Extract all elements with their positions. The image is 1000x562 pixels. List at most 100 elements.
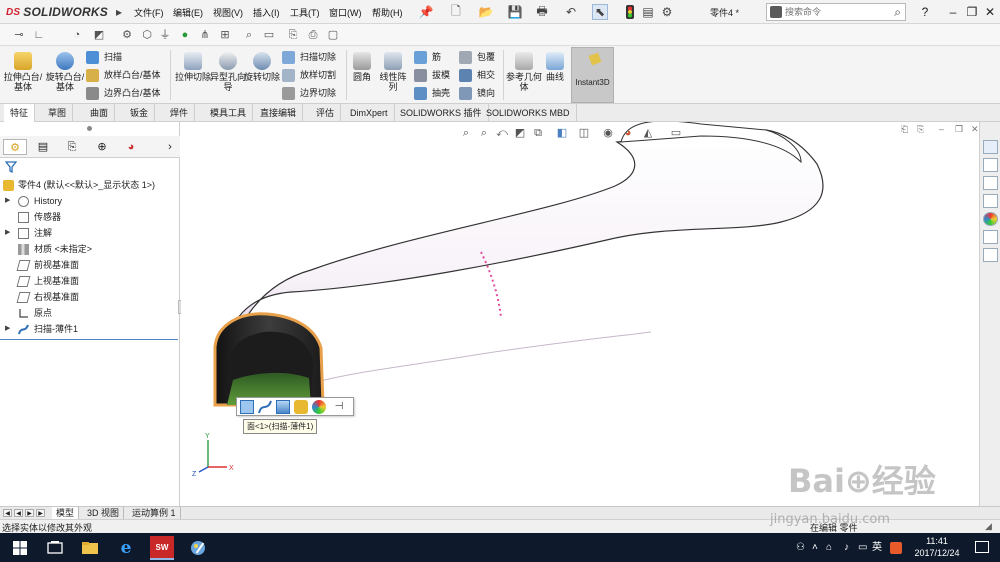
boundary-cut-button[interactable]: 边界切除	[282, 86, 336, 101]
lofted-cut-button[interactable]: 放样切割	[282, 68, 336, 83]
windows-start-icon[interactable]	[10, 538, 30, 558]
displaymanager-tab-icon[interactable]: ◕	[119, 139, 143, 155]
menu-file[interactable]: 文件(F)	[134, 6, 164, 19]
propertymanager-tab-icon[interactable]: ▤	[31, 139, 55, 155]
solidworks-logo[interactable]: DS SOLIDWORKS	[6, 3, 108, 21]
menu-tools[interactable]: 工具(T)	[290, 6, 320, 19]
loft-boss-button[interactable]: 放样凸台/基体	[86, 68, 161, 83]
section-view-icon[interactable]: ▭	[262, 28, 276, 42]
panel-grip[interactable]	[87, 126, 92, 131]
dimxpertmanager-tab-icon[interactable]: ⊕	[90, 139, 114, 155]
open-folder-icon[interactable]: 📂	[478, 4, 494, 20]
file-properties-icon[interactable]: ▤	[640, 4, 656, 20]
viewport-next-icon[interactable]: ⎘	[917, 124, 924, 135]
ime-language-indicator[interactable]: 英	[872, 542, 882, 554]
gear-feature-icon[interactable]: ⚙	[120, 28, 134, 42]
boundary-boss-button[interactable]: 边界凸台/基体	[86, 86, 161, 101]
options-gear-icon[interactable]: ⚙	[659, 4, 675, 20]
menu-window[interactable]: 窗口(W)	[329, 6, 362, 19]
tab-evaluate[interactable]: 评估	[310, 104, 342, 122]
expand-arrow-icon[interactable]: ▶	[5, 322, 10, 336]
select-pointer-icon[interactable]: ⬉	[592, 4, 608, 20]
next-tab-arrow-icon[interactable]: ▶	[25, 509, 34, 517]
cut-small-icon[interactable]: ◩	[92, 28, 106, 42]
save-icon[interactable]: 💾	[507, 4, 523, 20]
intersect-button[interactable]: 相交	[459, 68, 495, 83]
message-icon[interactable]: ▭	[858, 542, 867, 554]
pin-arrow-icon[interactable]: ▸	[111, 4, 127, 20]
sweep-button[interactable]: 扫描	[86, 50, 122, 65]
fillet-button[interactable]: 圆角	[348, 50, 376, 100]
search-scope-icon[interactable]	[770, 6, 782, 18]
edit-sketch-icon[interactable]	[276, 400, 290, 414]
tab-mold-tools[interactable]: 模具工具	[204, 104, 254, 122]
viewport-minimize-icon[interactable]: –	[939, 124, 944, 134]
graphics-area[interactable]: Y X Z ⌕ ⌕ ⤺ ◩ ⧉ ◧ ◫ ◉ ◕ ◭ ▭ ⎗ ⎘ – ❐ ✕ ⊣ …	[181, 122, 978, 506]
draft-button[interactable]: 拔模	[414, 68, 450, 83]
printer-icon[interactable]: ⎙	[306, 28, 320, 42]
extrude-boss-button[interactable]: 拉伸凸台/基体	[2, 50, 44, 100]
expand-arrow-icon[interactable]: ▶	[5, 226, 10, 240]
people-icon[interactable]: ⚇	[796, 542, 805, 554]
view-palette-icon[interactable]	[983, 194, 998, 208]
menu-insert[interactable]: 插入(I)	[253, 6, 280, 19]
dynamic-annotation-icon[interactable]: ⧉	[531, 126, 545, 140]
tree-rollback-bar[interactable]	[0, 339, 178, 340]
pin-toolbar-icon[interactable]: ⊣	[332, 400, 346, 414]
revolve-cut-button[interactable]: 旋转切除	[241, 50, 283, 100]
tab-dimxpert[interactable]: DimXpert	[344, 104, 395, 122]
menu-edit[interactable]: 编辑(E)	[173, 6, 203, 19]
sweep-small-icon[interactable]: ◔	[70, 28, 84, 42]
tab-solidworks-mbd[interactable]: SOLIDWORKS MBD	[480, 104, 577, 122]
more-tabs-arrow-icon[interactable]: ›	[158, 139, 182, 155]
rebuild-traffic-light-icon[interactable]	[622, 4, 638, 20]
smart-dimension-icon[interactable]: ⊸	[12, 28, 26, 42]
pin-menu-icon[interactable]: 📌	[418, 4, 434, 20]
solidworks-resources-icon[interactable]	[983, 140, 998, 154]
section-view-icon[interactable]: ◩	[513, 126, 527, 140]
close-button[interactable]: ✕	[982, 4, 998, 20]
export-icon[interactable]: ⎘	[286, 28, 300, 42]
appearance-icon[interactable]	[312, 400, 326, 414]
file-explorer-taskbar-icon[interactable]	[80, 538, 100, 558]
search-commands-box[interactable]: ⌕	[766, 3, 906, 21]
assembly-icon[interactable]: ⬡	[140, 28, 154, 42]
search-icon[interactable]: ⌕	[894, 5, 901, 20]
prev-tab-arrow-icon[interactable]: ◀	[14, 509, 23, 517]
tab-direct-editing[interactable]: 直接编辑	[254, 104, 304, 122]
tab-motion-study[interactable]: 运动算例 1	[128, 507, 181, 519]
restore-button[interactable]: ❐	[964, 4, 980, 20]
mirror-button[interactable]: 镜向	[459, 86, 495, 101]
file-explorer-icon[interactable]	[983, 176, 998, 190]
reference-geometry-button[interactable]: 参考几何体	[506, 50, 542, 100]
drawing-icon[interactable]: ⋔	[198, 28, 212, 42]
viewport-restore-icon[interactable]: ❐	[955, 124, 963, 135]
viewport-close-icon[interactable]: ✕	[971, 124, 978, 135]
curves-button[interactable]: 曲线	[542, 50, 568, 100]
triad-axes[interactable]: Y X Z	[192, 433, 234, 478]
forum-icon[interactable]	[983, 248, 998, 262]
cup-icon[interactable]: ⏚	[158, 28, 172, 42]
chevron-up-icon[interactable]: ˄	[812, 542, 818, 554]
location-pin-icon[interactable]: ●	[178, 28, 192, 42]
help-button[interactable]: ?	[917, 4, 933, 20]
featuremanager-tab-icon[interactable]: ⚙	[3, 139, 27, 155]
network-icon[interactable]: ⌂	[826, 542, 832, 554]
print-icon[interactable]: 🖶	[534, 4, 550, 20]
wrap-button[interactable]: 包覆	[459, 50, 495, 65]
edge-browser-icon[interactable]: e	[116, 538, 136, 558]
solidworks-taskbar-icon[interactable]: SW	[150, 536, 174, 560]
hide-show-items-icon[interactable]: ◉	[601, 126, 615, 140]
zoom-to-area-icon[interactable]: ⌕	[477, 126, 491, 140]
view-orientation-icon[interactable]: ◧	[555, 126, 569, 140]
undo-icon[interactable]: ↶	[563, 4, 579, 20]
search-input[interactable]	[785, 5, 885, 19]
apply-scene-icon[interactable]: ◭	[641, 126, 655, 140]
last-tab-arrow-icon[interactable]: ▶	[36, 509, 45, 517]
tab-3d-views[interactable]: 3D 视图	[83, 507, 125, 519]
display-style-icon[interactable]: ◫	[577, 126, 591, 140]
volume-icon[interactable]: ♪	[844, 542, 849, 554]
measure-icon[interactable]: ⊞	[218, 28, 232, 42]
face-select-icon[interactable]	[240, 400, 254, 414]
view-settings-icon[interactable]: ▭	[669, 126, 683, 140]
